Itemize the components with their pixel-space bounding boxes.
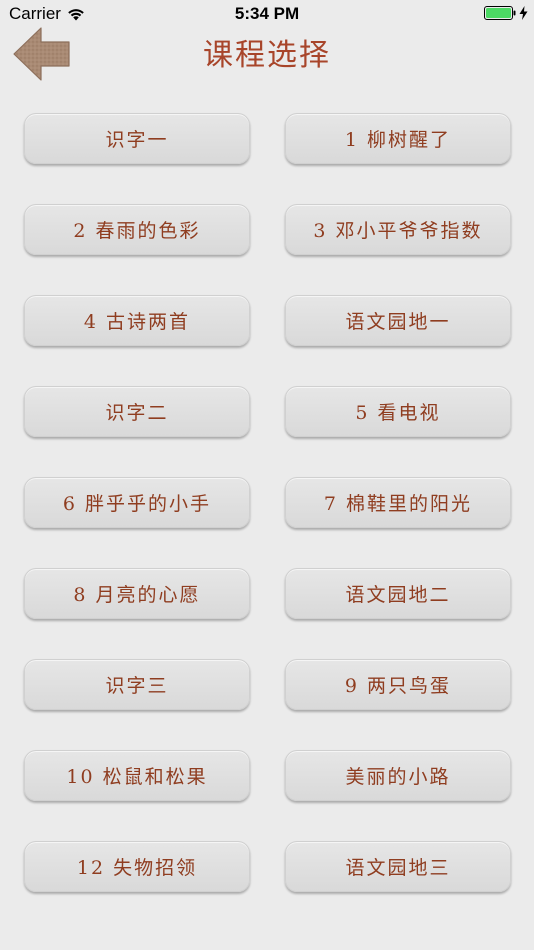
page-title: 课程选择 [203,38,331,73]
course-button[interactable]: 语文园地三 [285,841,511,892]
course-button[interactable]: 美丽的小路 [285,750,511,801]
course-button[interactable]: 4 古诗两首 [24,295,250,346]
battery-area [484,6,528,20]
course-button[interactable]: 2 春雨的色彩 [24,204,250,255]
status-time: 5:34 PM [234,4,300,23]
course-button[interactable]: 识字二 [24,386,250,437]
course-button[interactable]: 6 胖乎乎的小手 [24,477,250,528]
course-button[interactable]: 10 松鼠和松果 [24,750,250,801]
course-button[interactable]: 3 邓小平爷爷指数 [285,204,511,255]
status-bar: Carrier 5:34 PM [0,0,534,28]
course-grid: 识字一 1 柳树醒了 2 春雨的色彩 3 邓小平爷爷指数 4 古诗两首 语文园地… [24,113,511,892]
battery-icon [484,6,516,20]
course-button[interactable]: 语文园地一 [285,295,511,346]
course-button[interactable]: 5 看电视 [285,386,511,437]
course-button[interactable]: 12 失物招领 [24,841,250,892]
course-button[interactable]: 识字三 [24,659,250,710]
course-button[interactable]: 9 两只鸟蛋 [285,659,511,710]
course-button[interactable]: 识字一 [24,113,250,164]
course-button[interactable]: 1 柳树醒了 [285,113,511,164]
course-button[interactable]: 语文园地二 [285,568,511,619]
course-button[interactable]: 7 棉鞋里的阳光 [285,477,511,528]
course-button[interactable]: 8 月亮的心愿 [24,568,250,619]
charging-icon [519,6,528,20]
